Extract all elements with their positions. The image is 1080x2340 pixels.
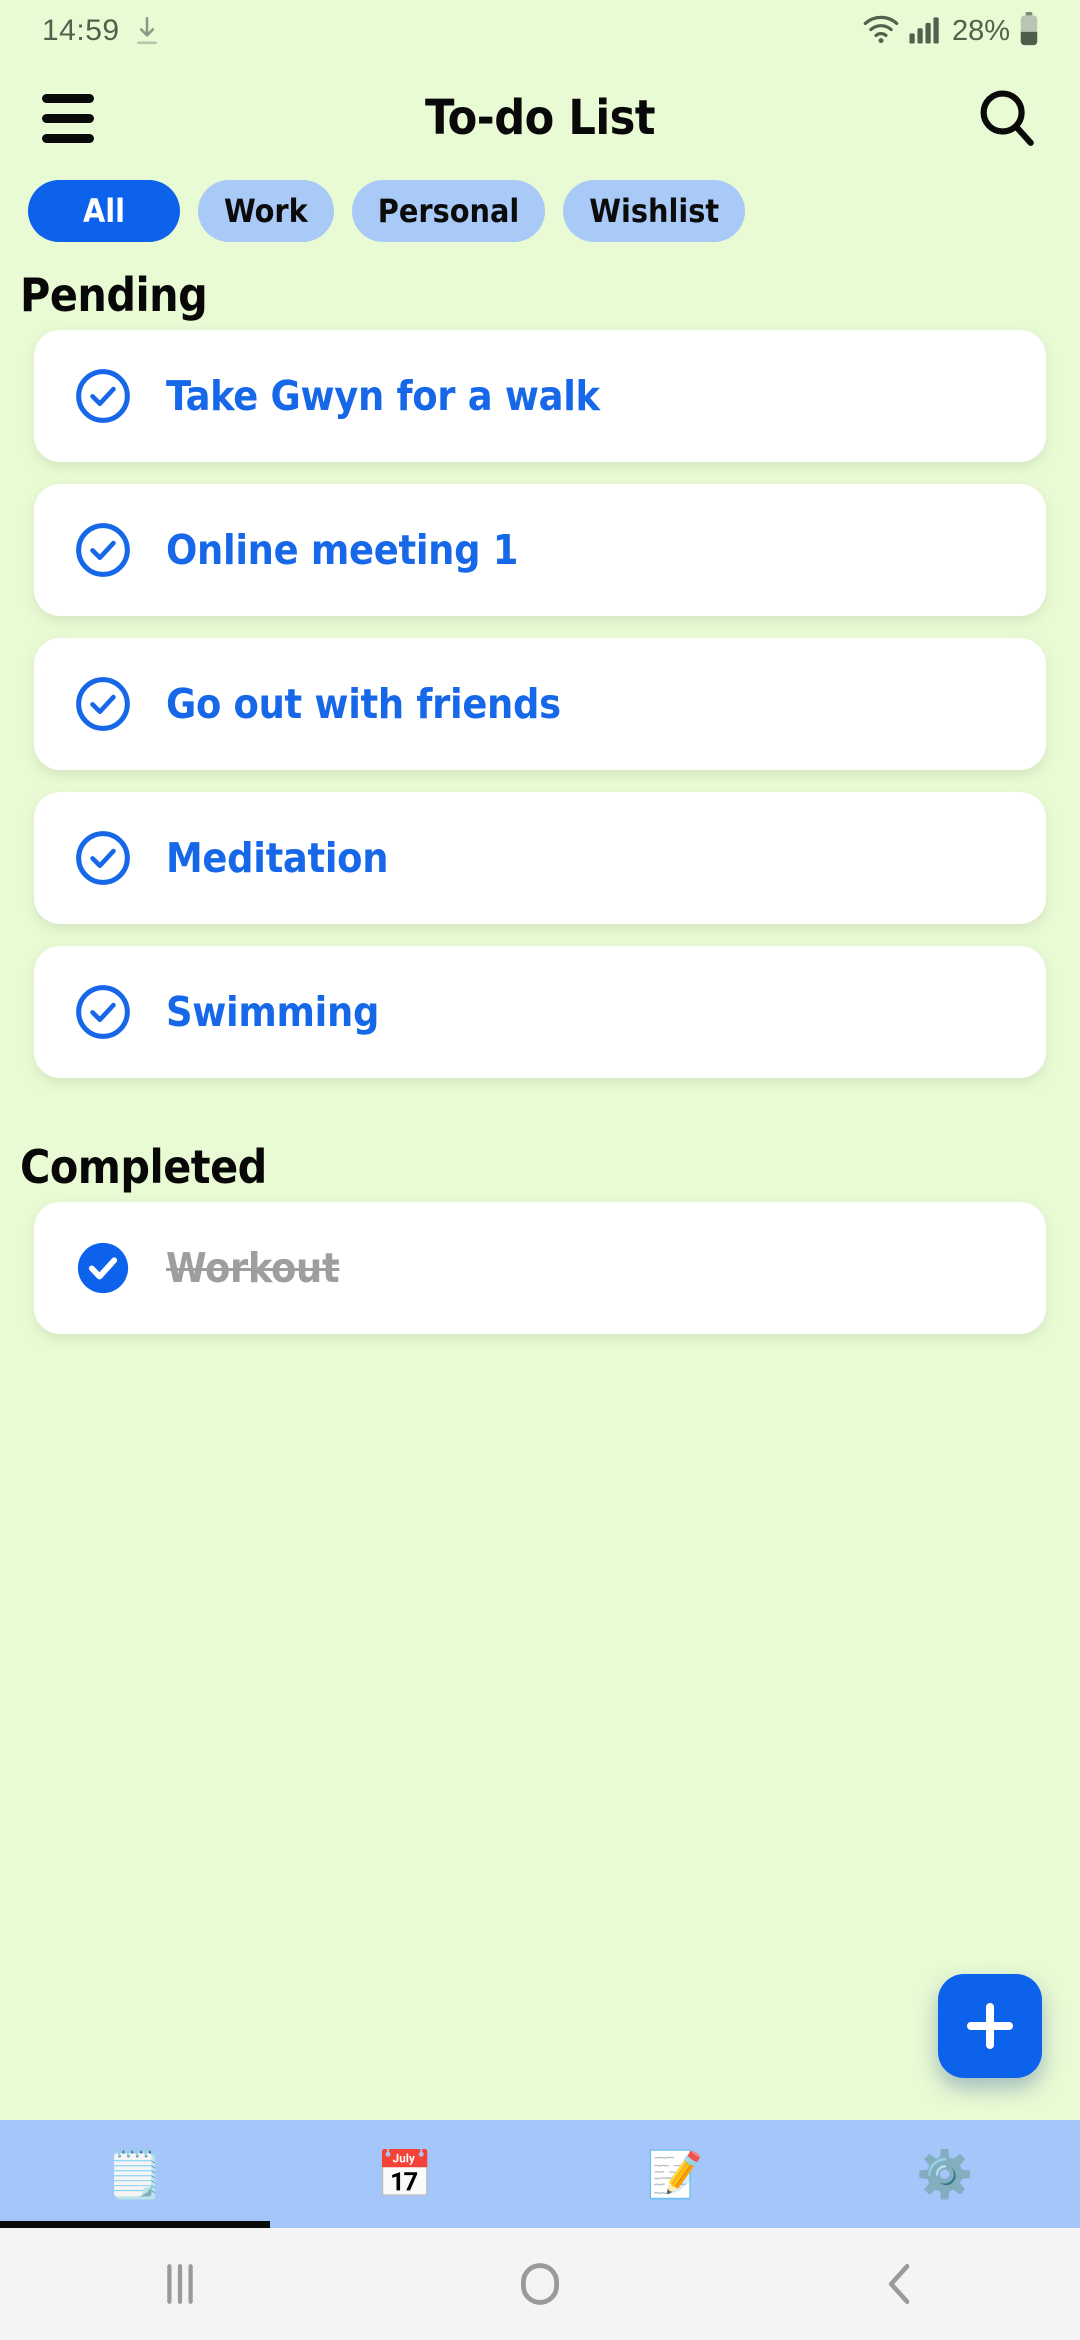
- status-bar-clock: 14:59: [42, 14, 120, 47]
- status-bar: 14:59 28%: [0, 0, 1080, 62]
- settings-gear-icon: ⚙️: [916, 2148, 974, 2200]
- phone-screen: 14:59 28% To-do List All Work Personal W…: [0, 0, 1080, 2340]
- checkbox-checked-icon[interactable]: [74, 1239, 132, 1297]
- bottom-navigation-bar: 🗒️ 📅 📝 ⚙️: [0, 2120, 1080, 2228]
- checkbox-unchecked-icon[interactable]: [74, 829, 132, 887]
- nav-tab-settings[interactable]: ⚙️: [810, 2120, 1080, 2228]
- task-label: Online meeting 1: [166, 526, 519, 574]
- calendar-icon: 📅: [376, 2148, 434, 2200]
- pending-task-list: Take Gwyn for a walk Online meeting 1 Go…: [0, 330, 1080, 1078]
- task-row[interactable]: Take Gwyn for a walk: [34, 330, 1046, 462]
- task-label: Workout: [166, 1244, 340, 1292]
- task-label: Meditation: [166, 834, 389, 882]
- nav-tab-tasks[interactable]: 🗒️: [0, 2120, 270, 2228]
- completed-task-list: Workout: [0, 1202, 1080, 1334]
- checkbox-unchecked-icon[interactable]: [74, 367, 132, 425]
- wifi-icon: [862, 13, 900, 50]
- home-icon[interactable]: [360, 2260, 720, 2308]
- filter-chip-row: All Work Personal Wishlist: [0, 174, 1080, 242]
- checkbox-unchecked-icon[interactable]: [74, 675, 132, 733]
- checkbox-unchecked-icon[interactable]: [74, 983, 132, 1041]
- task-label: Take Gwyn for a walk: [166, 372, 600, 420]
- task-row[interactable]: Swimming: [34, 946, 1046, 1078]
- task-row[interactable]: Online meeting 1: [34, 484, 1046, 616]
- section-header-completed: Completed: [20, 1140, 267, 1194]
- filter-chip-all[interactable]: All: [28, 180, 180, 242]
- app-bar: To-do List: [0, 62, 1080, 174]
- battery-icon: [1018, 11, 1040, 51]
- recents-icon[interactable]: [0, 2261, 360, 2307]
- search-icon[interactable]: [976, 87, 1038, 149]
- task-label: Go out with friends: [166, 680, 561, 728]
- filter-chip-personal[interactable]: Personal: [351, 180, 546, 242]
- battery-percent-label: 28%: [951, 14, 1010, 47]
- task-label: Swimming: [166, 988, 380, 1036]
- nav-tab-notes[interactable]: 📝: [540, 2120, 810, 2228]
- checkbox-unchecked-icon[interactable]: [74, 521, 132, 579]
- download-icon: [134, 16, 160, 46]
- android-system-navigation-bar: [0, 2228, 1080, 2340]
- sticky-note-icon: 📝: [646, 2148, 704, 2200]
- task-row[interactable]: Go out with friends: [34, 638, 1046, 770]
- filter-chip-work[interactable]: Work: [198, 180, 334, 242]
- status-bar-indicators: 28%: [862, 11, 1040, 51]
- checklist-notepad-icon: 🗒️: [106, 2148, 164, 2200]
- task-scroll-area[interactable]: Pending Take Gwyn for a walk Online meet…: [0, 242, 1080, 2120]
- filter-chip-wishlist[interactable]: Wishlist: [563, 180, 746, 242]
- nav-tab-calendar[interactable]: 📅: [270, 2120, 540, 2228]
- task-row[interactable]: Workout: [34, 1202, 1046, 1334]
- add-task-fab[interactable]: [938, 1974, 1042, 2078]
- hamburger-menu-icon[interactable]: [42, 93, 94, 143]
- task-row[interactable]: Meditation: [34, 792, 1046, 924]
- back-icon[interactable]: [720, 2261, 1080, 2307]
- page-title: To-do List: [425, 90, 655, 146]
- section-header-pending: Pending: [20, 268, 208, 322]
- cellular-signal-icon: [908, 13, 940, 50]
